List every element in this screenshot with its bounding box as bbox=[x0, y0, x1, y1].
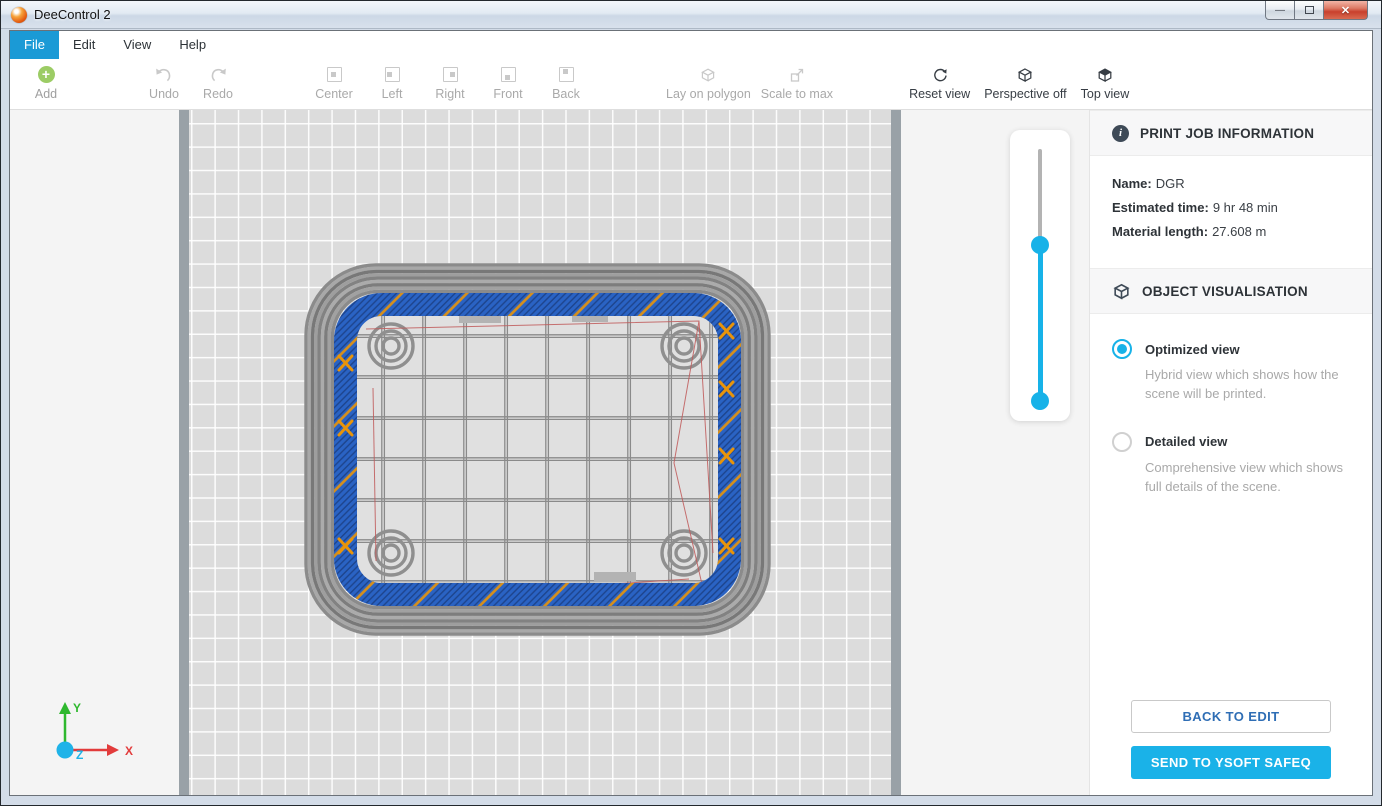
view-center-icon bbox=[327, 65, 342, 84]
toolbar-perspective-button[interactable]: Perspective off bbox=[984, 65, 1066, 101]
toolbar-scale-to-max-button[interactable]: Scale to max bbox=[761, 65, 833, 101]
slider-track-upper[interactable] bbox=[1038, 149, 1042, 245]
build-plate-right-edge bbox=[891, 110, 901, 795]
view-back-icon bbox=[559, 65, 574, 84]
print-job-name-row: Name:DGR bbox=[1112, 176, 1350, 191]
perspective-cube-icon bbox=[1016, 65, 1034, 84]
top-view-cube-icon bbox=[1096, 65, 1114, 84]
app-logo-icon bbox=[11, 7, 27, 23]
toolbar-front-button[interactable]: Front bbox=[486, 65, 530, 101]
visualisation-section-header: OBJECT VISUALISATION bbox=[1090, 268, 1372, 314]
print-job-info: Name:DGR Estimated time:9 hr 48 min Mate… bbox=[1090, 156, 1372, 268]
slider-track-selected[interactable] bbox=[1038, 245, 1043, 401]
toolbar-lay-on-polygon-button[interactable]: Lay on polygon bbox=[666, 65, 751, 101]
y-axis-label: Y bbox=[73, 701, 81, 715]
window-title: DeeControl 2 bbox=[34, 7, 111, 22]
send-to-safeq-button[interactable]: SEND TO YSOFT SAFEQ bbox=[1131, 746, 1331, 779]
view-left-icon bbox=[385, 65, 400, 84]
menu-item-edit[interactable]: Edit bbox=[59, 31, 109, 59]
lay-on-polygon-cube-icon bbox=[699, 65, 717, 84]
app-window: DeeControl 2 — ✕ File Edit View Help + A… bbox=[0, 0, 1382, 806]
action-buttons: BACK TO EDIT SEND TO YSOFT SAFEQ bbox=[1131, 700, 1331, 779]
optimized-view-description: Hybrid view which shows how the scene wi… bbox=[1145, 366, 1350, 404]
print-job-section-header: i PRINT JOB INFORMATION bbox=[1090, 110, 1372, 156]
menu-item-view[interactable]: View bbox=[109, 31, 165, 59]
undo-arrow-icon bbox=[154, 65, 174, 84]
option-detailed-view[interactable]: Detailed view Comprehensive view which s… bbox=[1112, 432, 1350, 497]
menu-item-help[interactable]: Help bbox=[165, 31, 220, 59]
toolbar-right-button[interactable]: Right bbox=[428, 65, 472, 101]
redo-arrow-icon bbox=[208, 65, 228, 84]
print-object-preview bbox=[304, 263, 771, 636]
visualisation-section-title: OBJECT VISUALISATION bbox=[1142, 284, 1308, 299]
titlebar[interactable]: DeeControl 2 — ✕ bbox=[1, 1, 1381, 29]
print-job-section-title: PRINT JOB INFORMATION bbox=[1140, 126, 1314, 141]
x-axis-label: X bbox=[125, 744, 133, 758]
viewport-3d[interactable]: Y X Z bbox=[10, 110, 1089, 795]
toolbar-add-button[interactable]: + Add bbox=[24, 65, 68, 101]
slider-handle-lower[interactable] bbox=[1031, 392, 1049, 410]
build-plate-left-edge bbox=[179, 110, 189, 795]
info-icon: i bbox=[1112, 125, 1129, 142]
reset-view-icon bbox=[931, 65, 949, 84]
visualisation-options: Optimized view Hybrid view which shows h… bbox=[1090, 314, 1372, 496]
toolbar-top-view-button[interactable]: Top view bbox=[1081, 65, 1130, 101]
slider-handle-upper[interactable] bbox=[1031, 236, 1049, 254]
print-job-time-row: Estimated time:9 hr 48 min bbox=[1112, 200, 1350, 215]
menubar: File Edit View Help bbox=[10, 31, 1372, 59]
minimize-button[interactable]: — bbox=[1265, 1, 1295, 20]
detailed-view-description: Comprehensive view which shows full deta… bbox=[1145, 459, 1350, 497]
toolbar-redo-button[interactable]: Redo bbox=[196, 65, 240, 101]
toolbar-reset-view-button[interactable]: Reset view bbox=[909, 65, 970, 101]
toolbar: + Add Undo Redo Center Le bbox=[10, 59, 1372, 110]
view-right-icon bbox=[443, 65, 458, 84]
window-content: File Edit View Help + Add Undo Redo bbox=[9, 30, 1373, 796]
close-button[interactable]: ✕ bbox=[1323, 1, 1368, 20]
toolbar-center-button[interactable]: Center bbox=[312, 65, 356, 101]
radio-optimized-view[interactable] bbox=[1112, 339, 1132, 359]
main-area: Y X Z i PRINT bbox=[10, 110, 1372, 795]
print-job-material-row: Material length:27.608 m bbox=[1112, 224, 1350, 239]
cube-icon bbox=[1112, 282, 1131, 301]
menu-item-file[interactable]: File bbox=[10, 31, 59, 59]
toolbar-back-button[interactable]: Back bbox=[544, 65, 588, 101]
window-controls: — ✕ bbox=[1265, 1, 1368, 20]
toolbar-undo-button[interactable]: Undo bbox=[142, 65, 186, 101]
radio-detailed-view[interactable] bbox=[1112, 432, 1132, 452]
z-axis-label: Z bbox=[76, 748, 83, 762]
axes-indicator: Y X Z bbox=[47, 696, 139, 776]
maximize-icon bbox=[1305, 6, 1314, 14]
scale-to-max-icon bbox=[788, 65, 806, 84]
option-optimized-view[interactable]: Optimized view Hybrid view which shows h… bbox=[1112, 339, 1350, 404]
layer-range-slider bbox=[1010, 130, 1070, 421]
add-plus-icon: + bbox=[38, 65, 55, 84]
sidebar: i PRINT JOB INFORMATION Name:DGR Estimat… bbox=[1089, 110, 1372, 795]
toolbar-left-button[interactable]: Left bbox=[370, 65, 414, 101]
maximize-button[interactable] bbox=[1295, 1, 1323, 20]
view-front-icon bbox=[501, 65, 516, 84]
back-to-edit-button[interactable]: BACK TO EDIT bbox=[1131, 700, 1331, 733]
